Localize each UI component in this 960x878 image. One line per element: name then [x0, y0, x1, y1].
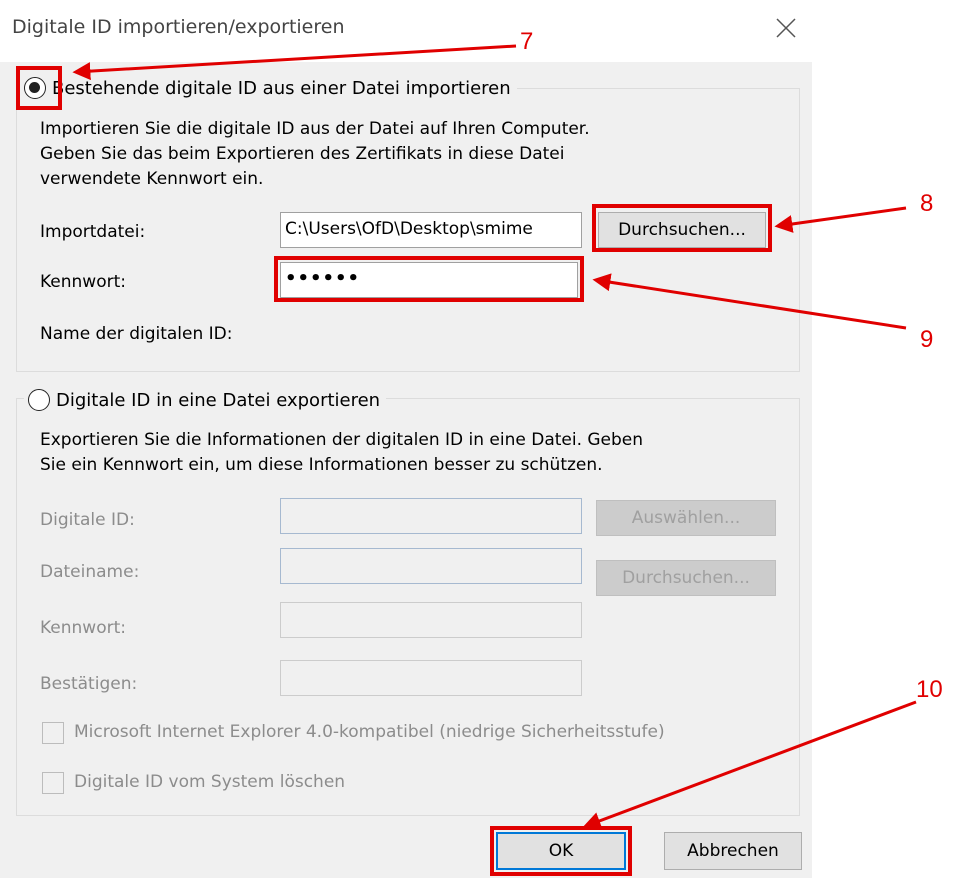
annotation-label-10: 10	[916, 676, 943, 703]
import-radio-label: Bestehende digitale ID aus einer Datei i…	[52, 77, 511, 99]
import-password-label: Kennwort:	[40, 272, 126, 292]
import-browse-button[interactable]: Durchsuchen...	[598, 212, 766, 248]
close-button[interactable]	[766, 8, 806, 48]
export-radio-label: Digitale ID in eine Datei exportieren	[56, 389, 381, 411]
import-file-input[interactable]: C:\Users\OfD\Desktop\smime	[280, 212, 582, 248]
filename-input[interactable]	[280, 548, 582, 584]
delete-id-label: Digitale ID vom System löschen	[74, 772, 346, 792]
ie-compat-checkbox[interactable]	[42, 722, 64, 744]
filename-label: Dateiname:	[40, 562, 140, 582]
import-file-label: Importdatei:	[40, 222, 146, 242]
annotation-label-7: 7	[520, 28, 534, 55]
export-radio-option[interactable]: Digitale ID in eine Datei exportieren	[24, 386, 387, 414]
export-description: Exportieren Sie die Informationen der di…	[40, 430, 644, 475]
ok-button[interactable]: OK	[496, 832, 626, 870]
import-radio-button[interactable]	[24, 77, 46, 99]
import-export-dialog: Digitale ID importieren/exportieren Best…	[0, 0, 812, 878]
export-password-input[interactable]	[280, 602, 582, 638]
digital-id-input[interactable]	[280, 498, 582, 534]
title-bar: Digitale ID importieren/exportieren	[0, 0, 812, 62]
digital-id-name-label: Name der digitalen ID:	[40, 324, 233, 344]
import-radio-option[interactable]: Bestehende digitale ID aus einer Datei i…	[20, 74, 517, 102]
dialog-title: Digitale ID importieren/exportieren	[12, 16, 345, 38]
confirm-label: Bestätigen:	[40, 674, 138, 694]
export-browse-button[interactable]: Durchsuchen...	[596, 560, 776, 596]
import-description: Importieren Sie die digitale ID aus der …	[40, 119, 590, 189]
annotation-label-8: 8	[920, 190, 934, 217]
export-radio-button[interactable]	[28, 389, 50, 411]
annotation-label-9: 9	[920, 326, 934, 353]
close-icon	[776, 18, 796, 38]
export-password-label: Kennwort:	[40, 618, 126, 638]
confirm-input[interactable]	[280, 660, 582, 696]
digital-id-label: Digitale ID:	[40, 510, 135, 530]
cancel-button[interactable]: Abbrechen	[664, 832, 802, 870]
select-button[interactable]: Auswählen...	[596, 500, 776, 536]
import-password-input[interactable]: ••••••	[280, 262, 578, 298]
delete-id-checkbox[interactable]	[42, 772, 64, 794]
ie-compat-label: Microsoft Internet Explorer 4.0-kompatib…	[74, 722, 665, 742]
